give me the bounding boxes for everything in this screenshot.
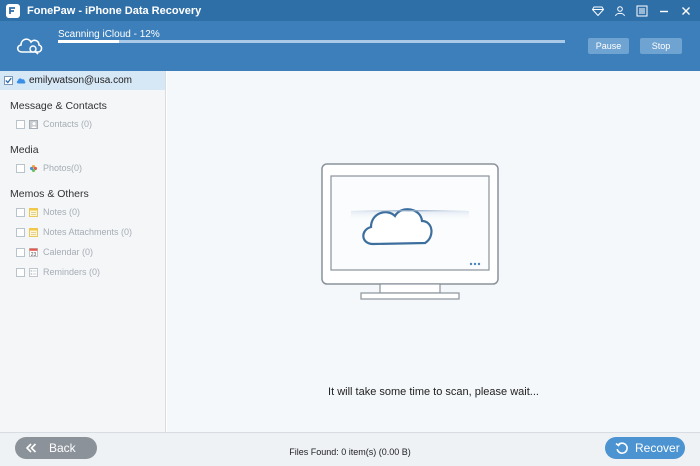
- sidebar-item-label: Photos(0): [43, 163, 83, 173]
- sidebar-item-calendar[interactable]: 23 Calendar (0): [0, 242, 165, 262]
- recover-button-label: Recover: [635, 441, 680, 455]
- notes-attachments-icon: [29, 227, 38, 237]
- sidebar-item-label: Notes (0): [43, 207, 81, 217]
- contacts-checkbox[interactable]: [16, 119, 25, 129]
- sidebar: emilywatson@usa.com Message & Contacts C…: [0, 71, 166, 432]
- contacts-icon: [29, 119, 38, 129]
- scan-status-text: Scanning iCloud - 12%: [58, 29, 160, 40]
- account-email: emilywatson@usa.com: [29, 75, 132, 86]
- scan-progress-fill: [58, 40, 119, 43]
- photos-checkbox[interactable]: [16, 163, 25, 173]
- stop-button[interactable]: Stop: [640, 38, 682, 54]
- reminders-icon: [29, 267, 38, 277]
- sidebar-item-notes[interactable]: Notes (0): [0, 202, 165, 222]
- scan-progress-bar: [58, 40, 565, 43]
- scan-header: Scanning iCloud - 12% Pause Stop: [0, 21, 700, 71]
- fonepaw-logo-icon: [6, 3, 20, 18]
- diamond-icon[interactable]: [590, 3, 606, 19]
- account-row[interactable]: emilywatson@usa.com: [0, 71, 165, 90]
- notes-icon: [29, 207, 38, 217]
- sidebar-item-reminders[interactable]: Reminders (0): [0, 262, 165, 282]
- minimize-icon[interactable]: [656, 3, 672, 19]
- recover-button[interactable]: Recover: [605, 437, 685, 459]
- sidebar-item-photos[interactable]: Photos(0): [0, 158, 165, 178]
- close-icon[interactable]: [678, 3, 694, 19]
- title-bar: FonePaw - iPhone Data Recovery: [0, 0, 700, 21]
- reminders-checkbox[interactable]: [16, 267, 25, 277]
- checkmark-icon: [5, 77, 12, 84]
- svg-text:23: 23: [31, 252, 37, 257]
- sidebar-item-label: Calendar (0): [43, 247, 94, 257]
- notes-attachments-checkbox[interactable]: [16, 227, 25, 237]
- footer-bar: Back Files Found: 0 item(s) (0.00 B) Rec…: [0, 432, 700, 466]
- scan-wait-message: It will take some time to scan, please w…: [328, 386, 539, 398]
- monitor-scan-illustration: [321, 163, 499, 300]
- section-title-message-contacts: Message & Contacts: [10, 100, 107, 112]
- notes-checkbox[interactable]: [16, 207, 25, 217]
- sidebar-item-contacts[interactable]: Contacts (0): [0, 114, 165, 134]
- section-title-memos-others: Memos & Others: [10, 188, 89, 200]
- sidebar-item-label: Contacts (0): [43, 119, 93, 129]
- menu-icon[interactable]: [634, 3, 650, 19]
- icloud-icon: [16, 78, 26, 84]
- calendar-icon: 23: [29, 247, 38, 257]
- pause-button[interactable]: Pause: [588, 38, 629, 54]
- calendar-checkbox[interactable]: [16, 247, 25, 257]
- account-checkbox[interactable]: [4, 76, 13, 85]
- recover-icon: [615, 442, 628, 454]
- sidebar-item-label: Notes Attachments (0): [43, 227, 133, 237]
- sidebar-item-label: Reminders (0): [43, 267, 101, 277]
- section-title-media: Media: [10, 144, 39, 156]
- files-found-status: Files Found: 0 item(s) (0.00 B): [289, 447, 411, 457]
- main-panel: It will take some time to scan, please w…: [167, 71, 700, 432]
- account-icon[interactable]: [612, 3, 628, 19]
- sidebar-item-notes-attachments[interactable]: Notes Attachments (0): [0, 222, 165, 242]
- photos-icon: [30, 164, 37, 172]
- app-title: FonePaw - iPhone Data Recovery: [27, 4, 202, 17]
- icloud-scan-icon: [16, 38, 43, 55]
